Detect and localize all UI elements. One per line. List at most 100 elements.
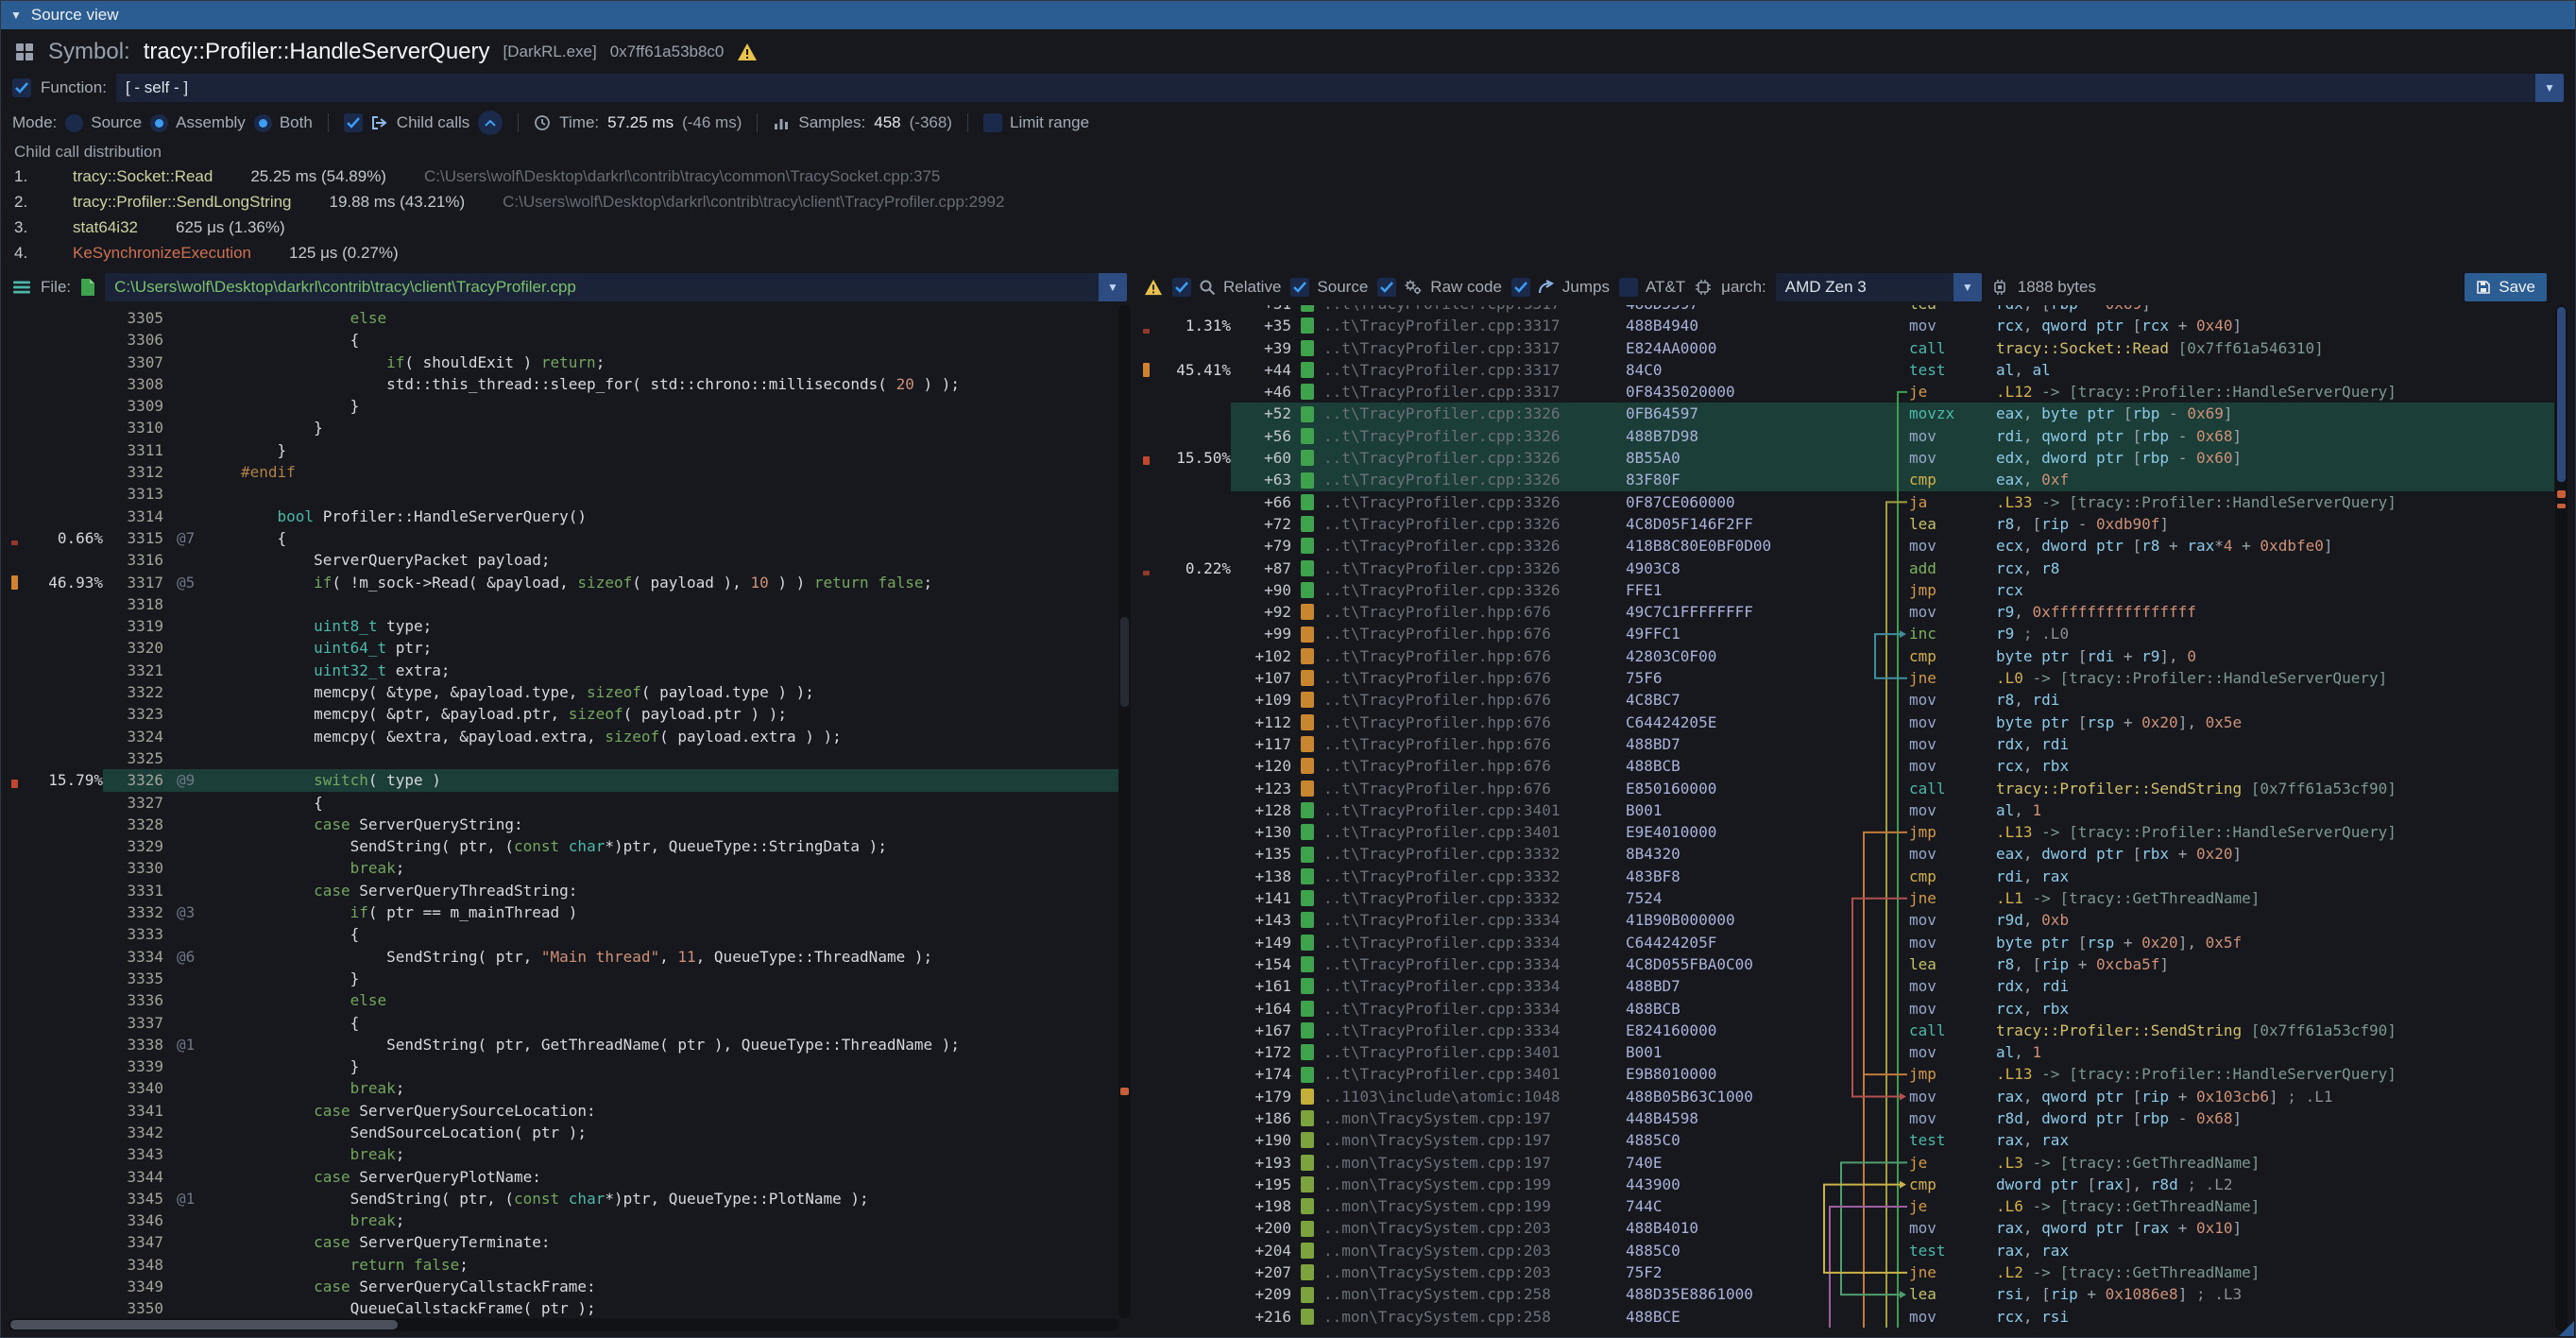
- source-line[interactable]: 3324 memcpy( &extra, &payload.extra, siz…: [9, 726, 1118, 747]
- source-horizontal-scrollbar[interactable]: [9, 1318, 1118, 1331]
- child-call-entry[interactable]: 2.tracy::Profiler::SendLongString19.88 m…: [14, 193, 2562, 218]
- source-line[interactable]: 3344 case ServerQueryPlotName:: [9, 1166, 1118, 1188]
- assembly-line[interactable]: +141..t\TracyProfiler.cpp:33327524jne.L1…: [1140, 887, 2554, 909]
- scrollbar-thumb[interactable]: [1120, 617, 1129, 707]
- assembly-line[interactable]: +216..mon\TracySystem.cpp:258488BCEmovrc…: [1140, 1306, 2554, 1328]
- assembly-line[interactable]: +138..t\TracyProfiler.cpp:3332483BF8cmpr…: [1140, 866, 2554, 887]
- assembly-line[interactable]: +39..t\TracyProfiler.cpp:3317E824AA0000c…: [1140, 337, 2554, 359]
- assembly-line[interactable]: +174..t\TracyProfiler.cpp:3401E9B8010000…: [1140, 1063, 2554, 1085]
- assembly-line[interactable]: +66..t\TracyProfiler.cpp:33260F87CE06000…: [1140, 491, 2554, 513]
- limit-range-item[interactable]: Limit range: [983, 113, 1089, 132]
- source-line[interactable]: 3312#endif: [9, 461, 1118, 483]
- source-line[interactable]: 3308 std::this_thread::sleep_for( std::c…: [9, 373, 1118, 395]
- source-line[interactable]: 3348 return false;: [9, 1254, 1118, 1276]
- source-line[interactable]: 3305 else: [9, 307, 1118, 329]
- assembly-line[interactable]: 1.31%+35..t\TracyProfiler.cpp:3317488B49…: [1140, 315, 2554, 336]
- source-line[interactable]: 3336 else: [9, 989, 1118, 1011]
- source-line[interactable]: 15.79%3326@9 switch( type ): [9, 769, 1118, 791]
- assembly-line[interactable]: +135..t\TracyProfiler.cpp:33328B4320move…: [1140, 843, 2554, 865]
- jumps-checkbox[interactable]: [1511, 278, 1530, 297]
- assembly-line[interactable]: +195..mon\TracySystem.cpp:199443900cmpdw…: [1140, 1174, 2554, 1195]
- assembly-line[interactable]: +117..t\TracyProfiler.hpp:676488BD7movrd…: [1140, 733, 2554, 755]
- source-toggle-checkbox[interactable]: [1290, 278, 1309, 297]
- source-line[interactable]: 3316 ServerQueryPacket payload;: [9, 549, 1118, 571]
- child-calls-checkbox[interactable]: [344, 113, 363, 132]
- source-line[interactable]: 3338@1 SendString( ptr, GetThreadName( p…: [9, 1034, 1118, 1055]
- file-combo[interactable]: C:\Users\wolf\Desktop\darkrl\contrib\tra…: [105, 273, 1127, 301]
- assembly-line[interactable]: 45.41%+44..t\TracyProfiler.cpp:331784C0t…: [1140, 359, 2554, 381]
- radio-assembly[interactable]: Assembly: [150, 113, 246, 132]
- source-line[interactable]: 3325: [9, 747, 1118, 769]
- assembly-line[interactable]: 0.22%+87..t\TracyProfiler.cpp:33264903C8…: [1140, 558, 2554, 579]
- up-arrow-button[interactable]: [478, 111, 503, 135]
- assembly-line[interactable]: +63..t\TracyProfiler.cpp:332683F80Fcmpea…: [1140, 469, 2554, 490]
- relative-checkbox[interactable]: [1172, 278, 1191, 297]
- limit-range-checkbox[interactable]: [983, 113, 1002, 132]
- assembly-line[interactable]: +92..t\TracyProfiler.hpp:67649C7C1FFFFFF…: [1140, 601, 2554, 623]
- assembly-line[interactable]: +204..mon\TracySystem.cpp:2034885C0testr…: [1140, 1240, 2554, 1261]
- function-checkbox[interactable]: [12, 78, 31, 97]
- source-vertical-scrollbar[interactable]: [1118, 305, 1131, 1318]
- att-checkbox[interactable]: [1619, 278, 1638, 297]
- assembly-line[interactable]: +52..t\TracyProfiler.cpp:33260FB64597mov…: [1140, 403, 2554, 424]
- source-line[interactable]: 3350 QueueCallstackFrame( ptr );: [9, 1297, 1118, 1319]
- source-line[interactable]: 3339 }: [9, 1055, 1118, 1077]
- source-line[interactable]: 3320 uint64_t ptr;: [9, 637, 1118, 659]
- assembly-line[interactable]: +56..t\TracyProfiler.cpp:3326488B7D98mov…: [1140, 425, 2554, 447]
- scrollbar-thumb[interactable]: [10, 1320, 398, 1329]
- source-line[interactable]: 3334@6 SendString( ptr, "Main thread", 1…: [9, 946, 1118, 968]
- assembly-line[interactable]: +164..t\TracyProfiler.cpp:3334488BCBmovr…: [1140, 998, 2554, 1020]
- radio-both[interactable]: Both: [254, 113, 313, 132]
- att-item[interactable]: AT&T: [1619, 278, 1685, 297]
- source-line[interactable]: 3337 {: [9, 1012, 1118, 1034]
- jumps-item[interactable]: Jumps: [1511, 278, 1610, 297]
- assembly-line[interactable]: +112..t\TracyProfiler.hpp:676C64424205Em…: [1140, 712, 2554, 733]
- child-call-entry[interactable]: 1.tracy::Socket::Read25.25 ms (54.89%)C:…: [14, 167, 2562, 193]
- assembly-line[interactable]: +167..t\TracyProfiler.cpp:3334E824160000…: [1140, 1020, 2554, 1041]
- assembly-line[interactable]: +154..t\TracyProfiler.cpp:33344C8D055FBA…: [1140, 953, 2554, 975]
- assembly-line[interactable]: +198..mon\TracySystem.cpp:199744Cje.L6 -…: [1140, 1195, 2554, 1217]
- assembly-line[interactable]: +120..t\TracyProfiler.hpp:676488BCBmovrc…: [1140, 755, 2554, 777]
- save-button[interactable]: Save: [2465, 273, 2547, 301]
- uarch-combo[interactable]: AMD Zen 3 ▼: [1776, 273, 1982, 301]
- assembly-line[interactable]: +193..mon\TracySystem.cpp:197740Eje.L3 -…: [1140, 1152, 2554, 1174]
- source-line[interactable]: 3318: [9, 593, 1118, 615]
- source-line[interactable]: 3314 bool Profiler::HandleServerQuery(): [9, 506, 1118, 527]
- source-line[interactable]: 3343 break;: [9, 1143, 1118, 1165]
- child-calls-checkbox-item[interactable]: Child calls: [344, 113, 469, 132]
- assembly-line[interactable]: 15.50%+60..t\TracyProfiler.cpp:33268B55A…: [1140, 447, 2554, 469]
- source-line[interactable]: 3321 uint32_t extra;: [9, 660, 1118, 681]
- source-line[interactable]: 3330 break;: [9, 857, 1118, 879]
- radio-source[interactable]: Source: [65, 113, 142, 132]
- source-line[interactable]: 3319 uint8_t type;: [9, 615, 1118, 637]
- source-line[interactable]: 3306 {: [9, 329, 1118, 351]
- child-call-entry[interactable]: 3.stat64i32625 μs (1.36%): [14, 218, 2562, 244]
- source-line[interactable]: 3311 }: [9, 439, 1118, 461]
- assembly-line[interactable]: +72..t\TracyProfiler.cpp:33264C8D05F146F…: [1140, 513, 2554, 535]
- source-line[interactable]: 3345@1 SendString( ptr, (const char*)ptr…: [9, 1188, 1118, 1209]
- assembly-line[interactable]: +161..t\TracyProfiler.cpp:3334488BD7movr…: [1140, 975, 2554, 997]
- source-line[interactable]: 3347 case ServerQueryTerminate:: [9, 1231, 1118, 1253]
- assembly-line[interactable]: +186..mon\TracySystem.cpp:197448B4598mov…: [1140, 1107, 2554, 1129]
- source-toggle-item[interactable]: Source: [1290, 278, 1368, 297]
- source-line[interactable]: 3332@3 if( ptr == m_mainThread ): [9, 901, 1118, 923]
- source-line[interactable]: 3307 if( shouldExit ) return;: [9, 352, 1118, 373]
- source-line[interactable]: 3333 {: [9, 923, 1118, 945]
- source-line[interactable]: 3331 case ServerQueryThreadString:: [9, 880, 1118, 901]
- assembly-line[interactable]: +172..t\TracyProfiler.cpp:3401B001moval,…: [1140, 1041, 2554, 1063]
- assembly-line[interactable]: +179..1103\include\atomic:1048488B05B63C…: [1140, 1086, 2554, 1107]
- assembly-line[interactable]: +79..t\TracyProfiler.cpp:3326418B8C80E0B…: [1140, 535, 2554, 557]
- resize-grip[interactable]: [2559, 1321, 2574, 1336]
- assembly-line[interactable]: +107..t\TracyProfiler.hpp:67675F6jne.L0 …: [1140, 667, 2554, 689]
- assembly-line[interactable]: +149..t\TracyProfiler.cpp:3334C64424205F…: [1140, 932, 2554, 953]
- assembly-line[interactable]: +123..t\TracyProfiler.hpp:676E850160000c…: [1140, 778, 2554, 799]
- raw-code-checkbox[interactable]: [1377, 278, 1396, 297]
- source-line[interactable]: 3327 {: [9, 792, 1118, 814]
- assembly-line[interactable]: +109..t\TracyProfiler.hpp:6764C8BC7movr8…: [1140, 689, 2554, 711]
- source-line[interactable]: 3341 case ServerQuerySourceLocation:: [9, 1100, 1118, 1122]
- scrollbar-thumb[interactable]: [2557, 307, 2566, 482]
- assembly-line[interactable]: +99..t\TracyProfiler.hpp:67649FFC1incr9 …: [1140, 623, 2554, 644]
- source-line[interactable]: 3322 memcpy( &type, &payload.type, sizeo…: [9, 681, 1118, 703]
- collapse-icon[interactable]: ▼: [10, 9, 22, 22]
- source-line[interactable]: 3335 }: [9, 968, 1118, 989]
